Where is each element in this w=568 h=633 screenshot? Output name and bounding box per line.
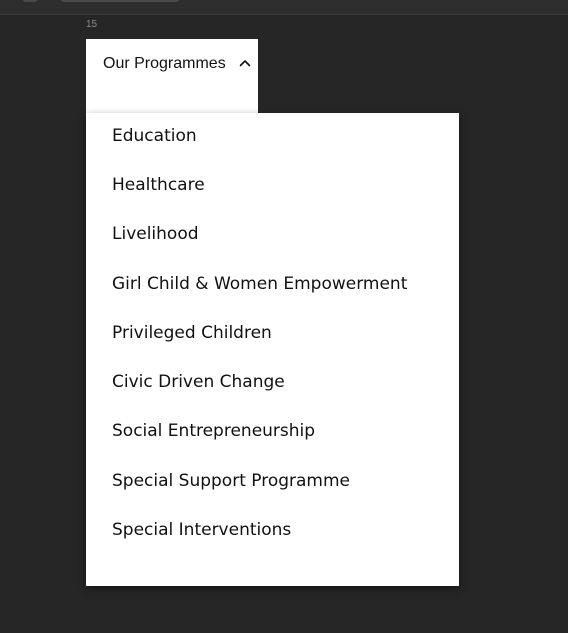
menu-item-education[interactable]: Education <box>112 125 197 147</box>
toolbar-tab <box>60 0 180 2</box>
menu-item-privileged-children[interactable]: Privileged Children <box>112 322 272 344</box>
menu-item-girl-child-women-empowerment[interactable]: Girl Child & Women Empowerment <box>112 273 407 295</box>
menu-item-special-interventions[interactable]: Special Interventions <box>112 519 291 541</box>
menu-item-social-entrepreneurship[interactable]: Social Entrepreneurship <box>112 420 315 442</box>
programmes-dropdown: Education Healthcare Livelihood Girl Chi… <box>86 113 459 586</box>
our-programmes-menu-button[interactable]: Our Programmes <box>86 39 258 114</box>
line-number: 15 <box>86 19 98 30</box>
editor-top-bar <box>0 0 568 15</box>
chevron-up-icon <box>239 60 251 67</box>
menu-item-civic-driven-change[interactable]: Civic Driven Change <box>112 371 285 393</box>
menu-item-special-support-programme[interactable]: Special Support Programme <box>112 470 350 492</box>
toolbar-icon <box>22 0 38 2</box>
menu-item-livelihood[interactable]: Livelihood <box>112 223 199 245</box>
menu-item-healthcare[interactable]: Healthcare <box>112 174 205 196</box>
menu-trigger-label: Our Programmes <box>103 55 226 72</box>
